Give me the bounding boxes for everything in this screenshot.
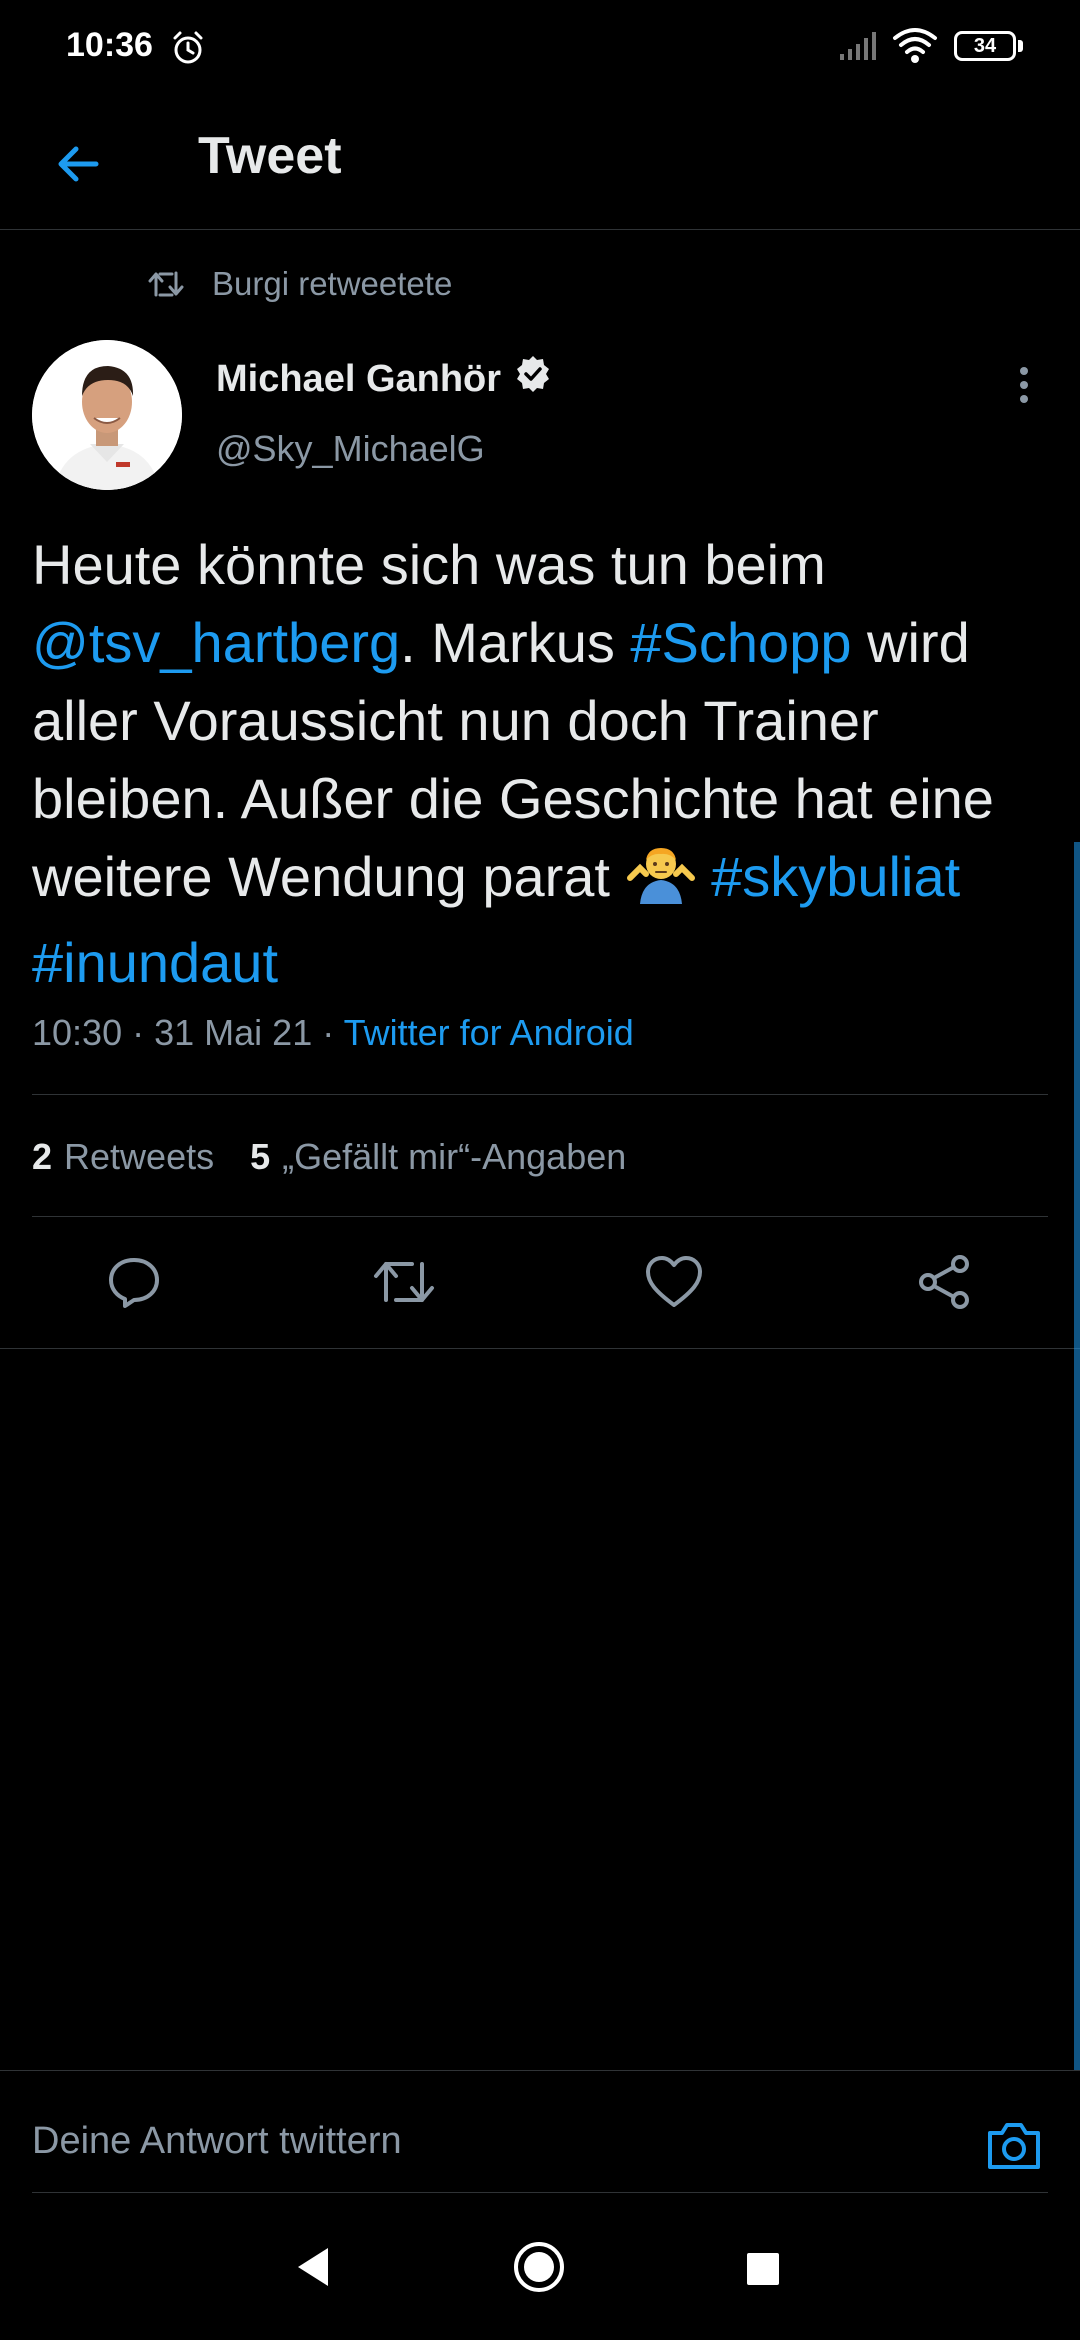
reply-composer: Deine Antwort twittern (32, 2104, 1048, 2192)
tweet-date: 31 Mai 21 (154, 1012, 313, 1053)
reply-icon (109, 1258, 159, 1308)
tweet-source-link[interactable]: Twitter for Android (344, 1012, 634, 1053)
share-icon (919, 1255, 969, 1309)
camera-icon (988, 2123, 1040, 2169)
meta-separator: · (132, 1012, 145, 1053)
tweet-text: Heute könnte sich was tun beim @tsv_hart… (32, 526, 1052, 1002)
alarm-icon (170, 30, 206, 71)
nav-recents-button[interactable] (746, 2252, 780, 2291)
triangle-back-icon (298, 2248, 328, 2286)
author-handle[interactable]: @Sky_MichaelG (216, 428, 485, 470)
wifi-icon (892, 26, 938, 71)
meta-separator: · (322, 1012, 335, 1053)
divider (0, 1348, 1080, 1349)
app-header: Tweet (0, 96, 1080, 230)
circle-home-icon (514, 2242, 564, 2292)
nav-home-button[interactable] (512, 2240, 566, 2299)
more-vertical-icon (1020, 367, 1028, 403)
system-navigation-bar (0, 2200, 1080, 2340)
mention-link[interactable]: @tsv_hartberg (32, 611, 400, 674)
retweets-label: Retweets (64, 1136, 215, 1177)
retweet-button[interactable] (368, 1246, 440, 1318)
author-name[interactable]: Michael Ganhör (216, 354, 553, 404)
divider (32, 2192, 1048, 2193)
camera-button[interactable] (980, 2112, 1048, 2180)
author-name-text: Michael Ganhör (216, 357, 502, 400)
battery-tip (1018, 40, 1023, 52)
scrollbar[interactable] (1074, 842, 1080, 2070)
retweets-stat[interactable]: 2 Retweets (32, 1136, 214, 1178)
signal-icon (838, 30, 878, 67)
back-button[interactable] (36, 122, 120, 206)
tweet-time: 10:30 (32, 1012, 123, 1053)
arrow-left-icon (58, 146, 99, 182)
heart-icon (646, 1256, 702, 1307)
tweet-meta: 10:30 · 31 Mai 21 · Twitter for Android (32, 1012, 634, 1054)
page-title: Tweet (198, 127, 342, 185)
retweeted-by-label: Burgi retweetete (212, 265, 453, 302)
reply-input[interactable]: Deine Antwort twittern (32, 2120, 402, 2163)
retweet-icon (374, 1262, 434, 1302)
tweet-actions (0, 1216, 1080, 1348)
hashtag-link[interactable]: #inundaut (32, 931, 278, 994)
retweet-icon (148, 271, 184, 297)
tweet-text-part: Heute könnte sich was tun beim (32, 533, 826, 596)
retweets-count: 2 (32, 1136, 53, 1177)
share-button[interactable] (908, 1246, 980, 1318)
shrug-emoji-icon (626, 844, 696, 924)
hashtag-link[interactable]: #Schopp (630, 611, 851, 674)
verified-badge-icon (513, 354, 553, 404)
status-bar: 10:36 34 (0, 0, 1080, 96)
like-button[interactable] (638, 1246, 710, 1318)
battery-indicator: 34 (954, 31, 1016, 61)
tweet-stats: 2 Retweets 5 „Gefällt mir“-Angaben (32, 1136, 662, 1178)
divider (32, 1094, 1048, 1095)
likes-stat[interactable]: 5 „Gefällt mir“-Angaben (250, 1136, 626, 1178)
more-options-button[interactable] (1004, 350, 1044, 420)
status-time: 10:36 (66, 26, 153, 64)
tweet-text-part: . Markus (400, 611, 631, 674)
likes-label: „Gefällt mir“-Angaben (282, 1136, 627, 1177)
reply-button[interactable] (98, 1246, 170, 1318)
retweet-context[interactable]: Burgi retweetete (148, 262, 452, 306)
avatar[interactable] (32, 340, 182, 490)
hashtag-link[interactable]: #skybuliat (711, 845, 960, 908)
likes-count: 5 (250, 1136, 271, 1177)
square-recents-icon (747, 2253, 779, 2285)
divider (0, 2070, 1080, 2071)
nav-back-button[interactable] (290, 2244, 336, 2295)
